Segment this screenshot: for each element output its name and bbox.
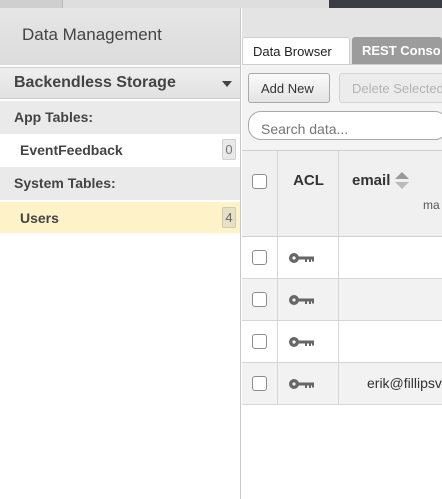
data-grid: ACL email ma erik@fillipsv — [242, 150, 442, 499]
grid-header: ACL email ma — [242, 151, 442, 237]
app-tables-heading: App Tables: — [0, 101, 240, 134]
section-header: Data Management — [0, 8, 241, 65]
table-count-badge: 4 — [222, 207, 236, 228]
storage-label: Backendless Storage — [14, 74, 176, 91]
acl-cell — [278, 237, 339, 278]
row-checkbox-cell — [242, 279, 278, 320]
acl-header-label: ACL — [293, 172, 324, 189]
acl-cell — [278, 279, 339, 320]
add-new-button[interactable]: Add New — [248, 73, 330, 103]
system-tables-label: System Tables: — [14, 175, 116, 191]
email-header-sublabel: ma — [423, 198, 440, 212]
section-title: Data Management — [22, 25, 162, 44]
email-value: erik@fillipsv — [367, 375, 442, 391]
sidebar-item-users[interactable]: Users 4 — [0, 202, 240, 233]
table-row[interactable] — [242, 321, 442, 363]
select-all-checkbox[interactable] — [252, 174, 267, 189]
sidebar: Backendless Storage App Tables: EventFee… — [0, 65, 241, 499]
tab-bar: Data Browser REST Conso — [242, 37, 442, 64]
tab-data-browser[interactable]: Data Browser — [242, 37, 350, 64]
table-row[interactable] — [242, 279, 442, 321]
row-checkbox[interactable] — [252, 250, 267, 265]
key-icon[interactable] — [288, 293, 316, 307]
row-checkbox-cell — [242, 321, 278, 362]
app-tables-label: App Tables: — [14, 109, 94, 125]
email-cell[interactable] — [339, 237, 442, 278]
row-checkbox[interactable] — [252, 376, 267, 391]
email-column-header[interactable]: email ma — [339, 151, 442, 237]
row-checkbox-cell — [242, 363, 278, 404]
row-checkbox-cell — [242, 237, 278, 278]
top-strip-dark-segment — [329, 0, 442, 8]
email-cell[interactable] — [339, 321, 442, 362]
acl-column-header: ACL — [278, 151, 339, 237]
tab-rest-console[interactable]: REST Conso — [352, 37, 442, 64]
top-toolbar-strip — [0, 0, 442, 8]
sort-icon[interactable] — [395, 172, 409, 179]
table-row[interactable]: erik@fillipsv — [242, 363, 442, 405]
delete-selected-button[interactable]: Delete Selected — [339, 73, 442, 103]
storage-selector[interactable]: Backendless Storage — [0, 67, 240, 99]
email-cell[interactable] — [339, 279, 442, 320]
row-checkbox[interactable] — [252, 292, 267, 307]
table-count-badge: 0 — [222, 139, 236, 160]
key-icon[interactable] — [288, 377, 316, 391]
system-tables-heading: System Tables: — [0, 167, 240, 200]
key-icon[interactable] — [288, 335, 316, 349]
email-header-label: email — [352, 172, 391, 189]
key-icon[interactable] — [288, 251, 316, 265]
top-strip-segment — [63, 0, 329, 8]
top-strip-segment — [0, 0, 63, 8]
sidebar-item-eventfeedback[interactable]: EventFeedback 0 — [0, 134, 240, 165]
chevron-down-icon[interactable] — [222, 81, 232, 87]
row-checkbox[interactable] — [252, 334, 267, 349]
table-row[interactable] — [242, 237, 442, 279]
email-cell[interactable]: erik@fillipsv — [339, 363, 442, 404]
toolbar: Add New Delete Selected — [242, 64, 442, 150]
table-name: Users — [20, 210, 59, 226]
sort-icon[interactable] — [395, 182, 409, 189]
acl-cell — [278, 363, 339, 404]
acl-cell — [278, 321, 339, 362]
select-all-cell — [242, 151, 278, 237]
header-bar — [242, 8, 442, 37]
search-input[interactable] — [248, 111, 442, 140]
table-name: EventFeedback — [20, 142, 123, 158]
